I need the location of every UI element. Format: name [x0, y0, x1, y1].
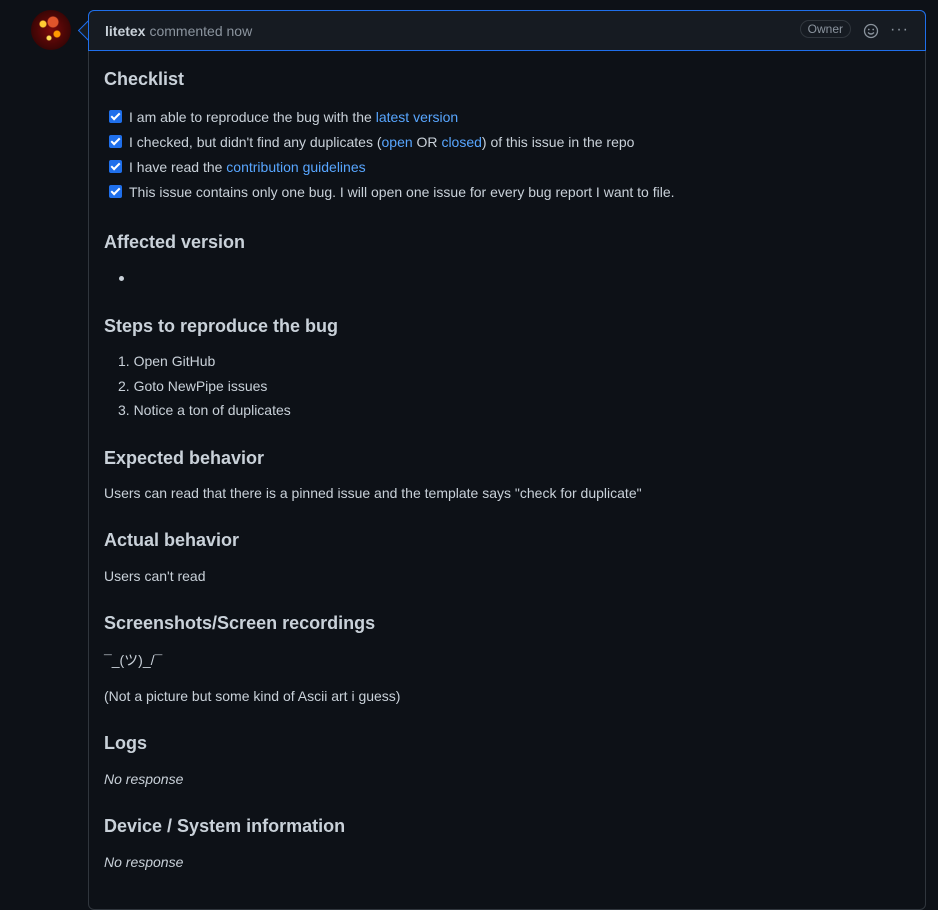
author-link[interactable]: litetex — [105, 23, 145, 39]
heading-steps: Steps to reproduce the bug — [104, 316, 339, 336]
checklist-item-2-suffix: ) of this issue in the repo — [481, 134, 635, 150]
step-1: 1. Open GitHub — [118, 353, 216, 369]
checklist-item-2-text: I checked, but didn't find any duplicate… — [129, 134, 382, 150]
heading-device: Device / System information — [104, 816, 346, 836]
checklist-item-3-text: I have read the — [129, 159, 227, 175]
checkbox-1[interactable] — [109, 110, 122, 123]
empty-bullet — [119, 276, 124, 281]
heading-actual: Actual behavior — [104, 530, 240, 550]
checkbox-2[interactable] — [109, 135, 122, 148]
ascii-art: ¯_(ツ)_/¯ — [104, 652, 163, 668]
issue-comment: litetex commented now Owner ··· Checklis… — [88, 10, 926, 910]
checklist-item-2: I checked, but didn't find any duplicate… — [129, 134, 634, 150]
emoji-reaction-icon[interactable] — [863, 23, 879, 39]
closed-issues-link[interactable]: closed — [441, 134, 481, 150]
checklist-item-1: I am able to reproduce the bug with the … — [129, 109, 458, 125]
heading-checklist: Checklist — [104, 69, 185, 89]
checkbox-4[interactable] — [109, 185, 122, 198]
avatar[interactable] — [31, 10, 71, 50]
step-2: 2. Goto NewPipe issues — [118, 378, 268, 394]
screenshots-text: (Not a picture but some kind of Ascii ar… — [104, 688, 401, 704]
heading-affected-version: Affected version — [104, 232, 246, 252]
latest-version-link[interactable]: latest version — [376, 109, 458, 125]
heading-screenshots: Screenshots/Screen recordings — [104, 613, 376, 633]
checkbox-3[interactable] — [109, 160, 122, 173]
more-options-icon[interactable]: ··· — [890, 21, 909, 39]
owner-badge: Owner — [799, 20, 851, 38]
or-text: OR — [412, 134, 442, 150]
heading-logs: Logs — [104, 733, 147, 753]
step-3: 3. Notice a ton of duplicates — [118, 402, 291, 418]
checklist-item-4: This issue contains only one bug. I will… — [129, 184, 675, 200]
device-text: No response — [104, 854, 184, 870]
checklist-item-3: I have read the contribution guidelines — [129, 159, 366, 175]
logs-text: No response — [104, 771, 184, 787]
actual-text: Users can't read — [104, 568, 206, 584]
contribution-guidelines-link[interactable]: contribution guidelines — [226, 159, 365, 175]
checklist-item-1-text: I am able to reproduce the bug with the — [129, 109, 376, 125]
heading-expected: Expected behavior — [104, 448, 265, 468]
comment-timestamp[interactable]: commented now — [149, 23, 252, 39]
comment-header: litetex commented now Owner ··· — [88, 10, 926, 51]
expected-text: Users can read that there is a pinned is… — [104, 485, 642, 501]
open-issues-link[interactable]: open — [382, 134, 413, 150]
